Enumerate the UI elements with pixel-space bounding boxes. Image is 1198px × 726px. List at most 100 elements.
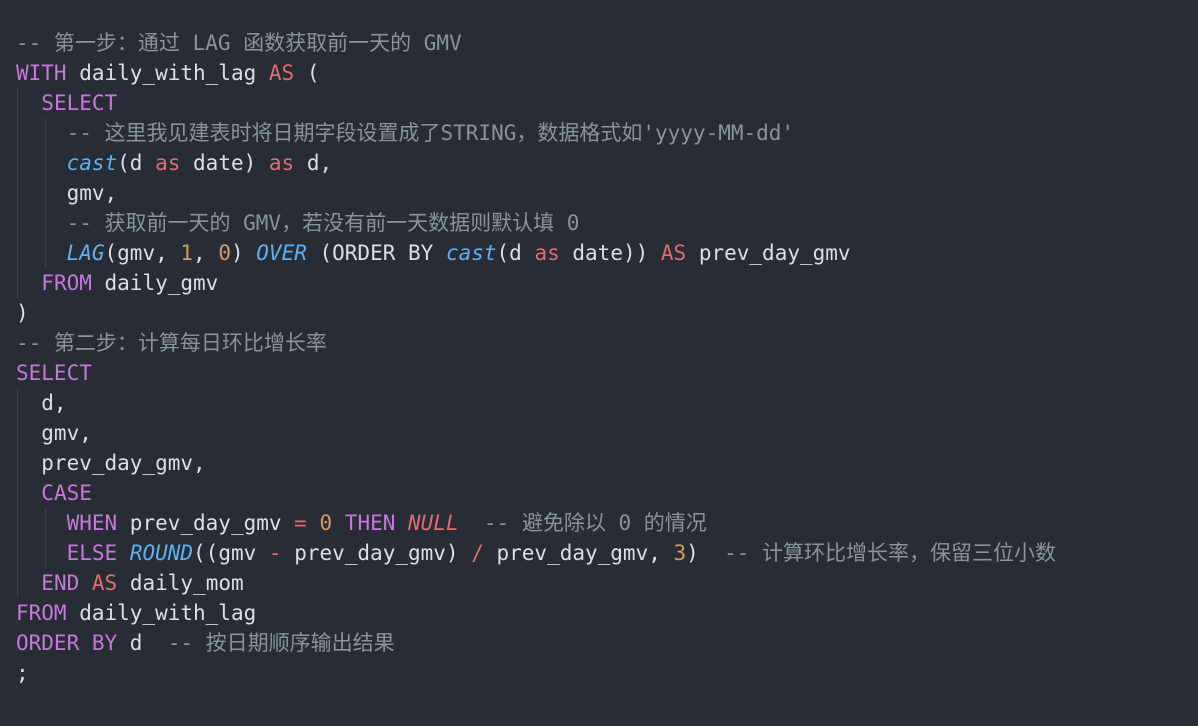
code-token: daily_mom: [117, 571, 244, 595]
code-comment: -- 获取前一天的 GMV，若没有前一天数据则默认填 0: [66, 211, 580, 235]
code-token: (: [294, 61, 320, 85]
indent-guide: [17, 88, 18, 118]
code-token: gmv,: [16, 181, 118, 205]
code-line[interactable]: gmv,: [0, 418, 1198, 448]
code-token: WHEN: [66, 511, 118, 535]
code-line[interactable]: FROM daily_gmv: [0, 268, 1198, 298]
code-token: ;: [16, 661, 29, 685]
indent-guide: [17, 178, 18, 208]
code-token: prev_day_gmv: [686, 241, 851, 265]
code-token: ORDER BY: [16, 631, 118, 655]
code-token: END: [41, 571, 80, 595]
code-line[interactable]: ELSE ROUND((gmv - prev_day_gmv) / prev_d…: [0, 538, 1198, 568]
code-token: 0: [218, 241, 231, 265]
code-token: FROM: [41, 271, 92, 295]
indent-guide: [45, 538, 46, 568]
code-line[interactable]: cast(d as date) as d,: [0, 148, 1198, 178]
code-token: prev_day_gmv: [117, 511, 295, 535]
code-token: d,: [294, 151, 333, 175]
indent-guide: [17, 268, 18, 298]
code-token: 3: [673, 541, 687, 565]
code-line[interactable]: -- 第一步：通过 LAG 函数获取前一天的 GMV: [0, 28, 1198, 58]
code-token: -: [268, 541, 282, 565]
code-line[interactable]: ORDER BY d -- 按日期顺序输出结果: [0, 628, 1198, 658]
indent-guide: [17, 208, 18, 238]
code-line[interactable]: CASE: [0, 478, 1198, 508]
code-line[interactable]: WITH daily_with_lag AS (: [0, 58, 1198, 88]
indent-guide: [45, 208, 46, 238]
code-token: WITH: [16, 61, 67, 85]
code-line[interactable]: d,: [0, 388, 1198, 418]
code-comment: -- 第二步：计算每日环比增长率: [16, 331, 327, 355]
code-token: prev_day_gmv,: [483, 541, 674, 565]
indent-guide: [17, 538, 18, 568]
code-token: daily_gmv: [91, 271, 219, 295]
code-line[interactable]: WHEN prev_day_gmv = 0 THEN NULL -- 避免除以 …: [0, 508, 1198, 538]
code-line[interactable]: gmv,: [0, 178, 1198, 208]
code-token: (d: [117, 151, 156, 175]
code-line[interactable]: ;: [0, 658, 1198, 688]
code-token: d,: [16, 391, 67, 415]
code-token: OVER: [256, 241, 307, 265]
code-comment: -- 按日期顺序输出结果: [167, 631, 395, 655]
code-line[interactable]: -- 第二步：计算每日环比增长率: [0, 328, 1198, 358]
code-token: date): [180, 151, 269, 175]
code-token: ,: [193, 241, 219, 265]
code-comment: -- 计算环比增长率，保留三位小数: [724, 541, 1057, 565]
code-token: prev_day_gmv): [281, 541, 472, 565]
indent-guide: [17, 478, 18, 508]
indent-guide: [45, 148, 46, 178]
code-token: FROM: [16, 601, 67, 625]
code-token: gmv,: [16, 421, 92, 445]
code-token: ELSE: [66, 541, 118, 565]
code-token: SELECT: [41, 91, 118, 115]
indent-guide: [17, 238, 18, 268]
code-token: ): [686, 541, 725, 565]
indent-guide: [45, 508, 46, 538]
code-line[interactable]: FROM daily_with_lag: [0, 598, 1198, 628]
code-token: ): [230, 241, 257, 265]
code-editor[interactable]: -- 第一步：通过 LAG 函数获取前一天的 GMV WITH daily_wit…: [0, 0, 1198, 726]
indent-guide: [17, 508, 18, 538]
code-token: =: [294, 511, 307, 535]
code-token: date)): [559, 241, 661, 265]
code-line[interactable]: END AS daily_mom: [0, 568, 1198, 598]
code-line[interactable]: prev_day_gmv,: [0, 448, 1198, 478]
code-line[interactable]: SELECT: [0, 88, 1198, 118]
indent-guide: [45, 178, 46, 208]
code-token: prev_day_gmv,: [16, 451, 206, 475]
code-token: daily_with_lag: [66, 61, 269, 85]
code-token: as: [534, 241, 560, 265]
indent-guide: [45, 118, 46, 148]
code-token: ((gmv: [193, 541, 269, 565]
code-comment: -- 这里我见建表时将日期字段设置成了STRING，数据格式如'yyyy-MM-…: [66, 121, 795, 145]
code-line[interactable]: ): [0, 298, 1198, 328]
code-line[interactable]: -- 这里我见建表时将日期字段设置成了STRING，数据格式如'yyyy-MM-…: [0, 118, 1198, 148]
indent-guide: [17, 448, 18, 478]
code-line[interactable]: SELECT: [0, 358, 1198, 388]
code-token: AS: [91, 571, 118, 595]
code-token: SELECT: [16, 361, 92, 385]
code-line[interactable]: LAG(gmv, 1, 0) OVER (ORDER BY cast(d as …: [0, 238, 1198, 268]
indent-guide: [17, 418, 18, 448]
code-token: 0: [319, 511, 333, 535]
code-token: ROUND: [129, 541, 194, 565]
code-line[interactable]: -- 获取前一天的 GMV，若没有前一天数据则默认填 0: [0, 208, 1198, 238]
code-token: ): [16, 301, 29, 325]
indent-guide: [17, 568, 18, 598]
code-token: LAG: [66, 241, 105, 265]
code-token: (gmv,: [104, 241, 181, 265]
